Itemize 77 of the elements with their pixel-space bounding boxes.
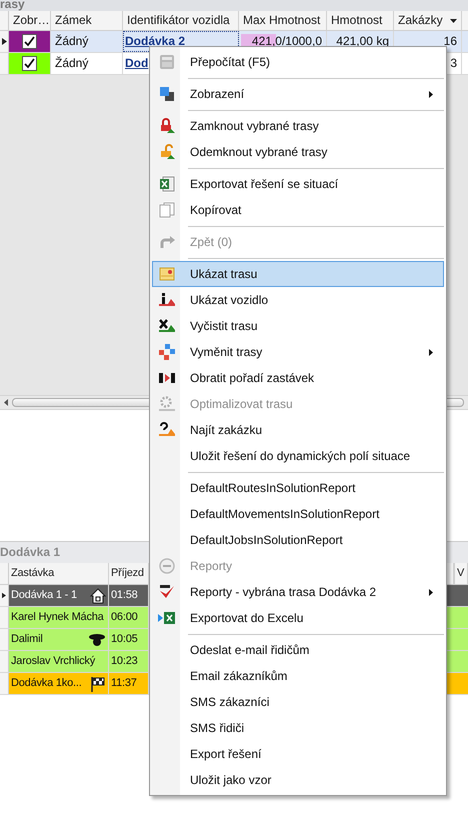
panel-title: rasy xyxy=(0,0,468,11)
menu-item[interactable]: Vyčistit trasu xyxy=(152,313,444,339)
clear-icon xyxy=(159,318,175,334)
row-pointer-icon xyxy=(2,38,6,45)
table-cell: 01:58 xyxy=(111,589,138,601)
checkbox[interactable] xyxy=(22,56,37,71)
question-icon xyxy=(159,422,175,438)
spreadsheet-icon xyxy=(159,176,175,192)
menu-item[interactable]: Zobrazení xyxy=(152,81,444,107)
row-header[interactable] xyxy=(0,585,9,606)
map-icon xyxy=(159,266,175,282)
menu-item[interactable]: Najít zakázku xyxy=(152,417,444,443)
swap-squares-icon xyxy=(159,344,175,360)
excel-export-icon xyxy=(158,610,176,626)
menu-item[interactable]: Email zákazníkům xyxy=(152,663,444,689)
copy-icon xyxy=(159,202,175,218)
table-cell-text: Dodávka 1 - 1 xyxy=(11,588,77,603)
checkbox[interactable] xyxy=(22,34,37,49)
column-header[interactable]: Identifikátor vozidla xyxy=(123,11,239,30)
layers-icon xyxy=(159,86,175,102)
scroll-left-icon[interactable] xyxy=(4,399,8,406)
menu-item[interactable]: Odeslat e-mail řidičům xyxy=(152,637,444,663)
menu-item[interactable]: DefaultRoutesInSolutionReport xyxy=(152,475,444,501)
row-pointer-icon xyxy=(2,592,6,599)
table-cell: 10:05 xyxy=(111,633,138,645)
table-cell: 06:00 xyxy=(111,611,138,623)
submenu-arrow-icon xyxy=(429,348,433,356)
unlock-icon xyxy=(159,144,175,160)
menu-item[interactable]: Obratit pořadí zastávek xyxy=(152,365,444,391)
table-cell: Žádný xyxy=(55,56,88,70)
vehicle-link[interactable]: Dodávka 2 xyxy=(125,34,186,48)
table-cell-text: Jaroslav Vrchlický xyxy=(11,654,96,669)
table-cell-text: Karel Hynek Mácha xyxy=(11,610,104,625)
column-header[interactable]: Hmotnost xyxy=(327,11,394,30)
menu-item[interactable]: Zamknout vybrané trasy xyxy=(152,113,444,139)
redo-arrow-icon xyxy=(159,234,175,250)
menu-item[interactable]: Vyměnit trasy xyxy=(152,339,444,365)
menu-item[interactable]: DefaultMovementsInSolutionReport xyxy=(152,501,444,527)
table-cell: 16 xyxy=(444,34,457,48)
table-cell: 11:37 xyxy=(111,677,137,689)
table-cell: 3 xyxy=(450,56,457,70)
submenu-arrow-icon xyxy=(429,90,433,98)
column-header[interactable]: Max Hmotnost xyxy=(239,11,327,30)
row-header[interactable] xyxy=(0,31,9,52)
submenu-arrow-icon xyxy=(429,588,433,596)
table-cell: 421,0/1000,0 xyxy=(252,34,322,48)
menu-item[interactable]: SMS zákazníci xyxy=(152,689,444,715)
table-cell: 10:23 xyxy=(111,655,138,667)
table-cell-text: Dalimil xyxy=(11,632,43,647)
menu-item[interactable]: Export řešení xyxy=(152,741,444,767)
dropdown-icon xyxy=(450,18,457,22)
reverse-icon xyxy=(158,370,176,386)
menu-item[interactable]: Uložit jako vzor xyxy=(152,767,444,793)
menu-item[interactable]: Ukázat vozidlo xyxy=(152,287,444,313)
column-header[interactable]: V xyxy=(454,563,468,584)
checkered-flag-icon xyxy=(90,676,106,692)
column-header[interactable]: Zobr… xyxy=(9,11,51,30)
column-header[interactable]: Zámek xyxy=(51,11,123,30)
lock-icon xyxy=(159,118,175,134)
report-circle-icon xyxy=(159,558,175,574)
menu-item[interactable]: Reporty - vybrána trasa Dodávka 2 xyxy=(152,579,444,605)
menu-item[interactable]: SMS řidiči xyxy=(152,715,444,741)
menu-item[interactable]: Exportovat řešení se situací xyxy=(152,171,444,197)
gear-icon xyxy=(159,396,175,412)
table-cell-text: Dodávka 1ko... xyxy=(11,676,82,691)
vehicle-link[interactable]: Dod xyxy=(125,56,148,70)
menu-item[interactable]: Exportovat do Excelu xyxy=(152,605,444,631)
report-check-icon xyxy=(159,584,175,600)
menu-item[interactable]: Kopírovat xyxy=(152,197,444,223)
calculator-icon xyxy=(159,54,175,70)
menu-item[interactable]: Ukázat trasu xyxy=(152,261,444,287)
column-header[interactable]: Zastávka xyxy=(9,563,109,584)
house-icon xyxy=(90,588,106,604)
menu-item[interactable]: Odemknout vybrané trasy xyxy=(152,139,444,165)
column-header[interactable]: Zakázky xyxy=(394,11,462,30)
table-cell: Žádný xyxy=(55,34,88,48)
menu-item[interactable]: Uložit řešení do dynamických polí situace xyxy=(152,443,444,469)
